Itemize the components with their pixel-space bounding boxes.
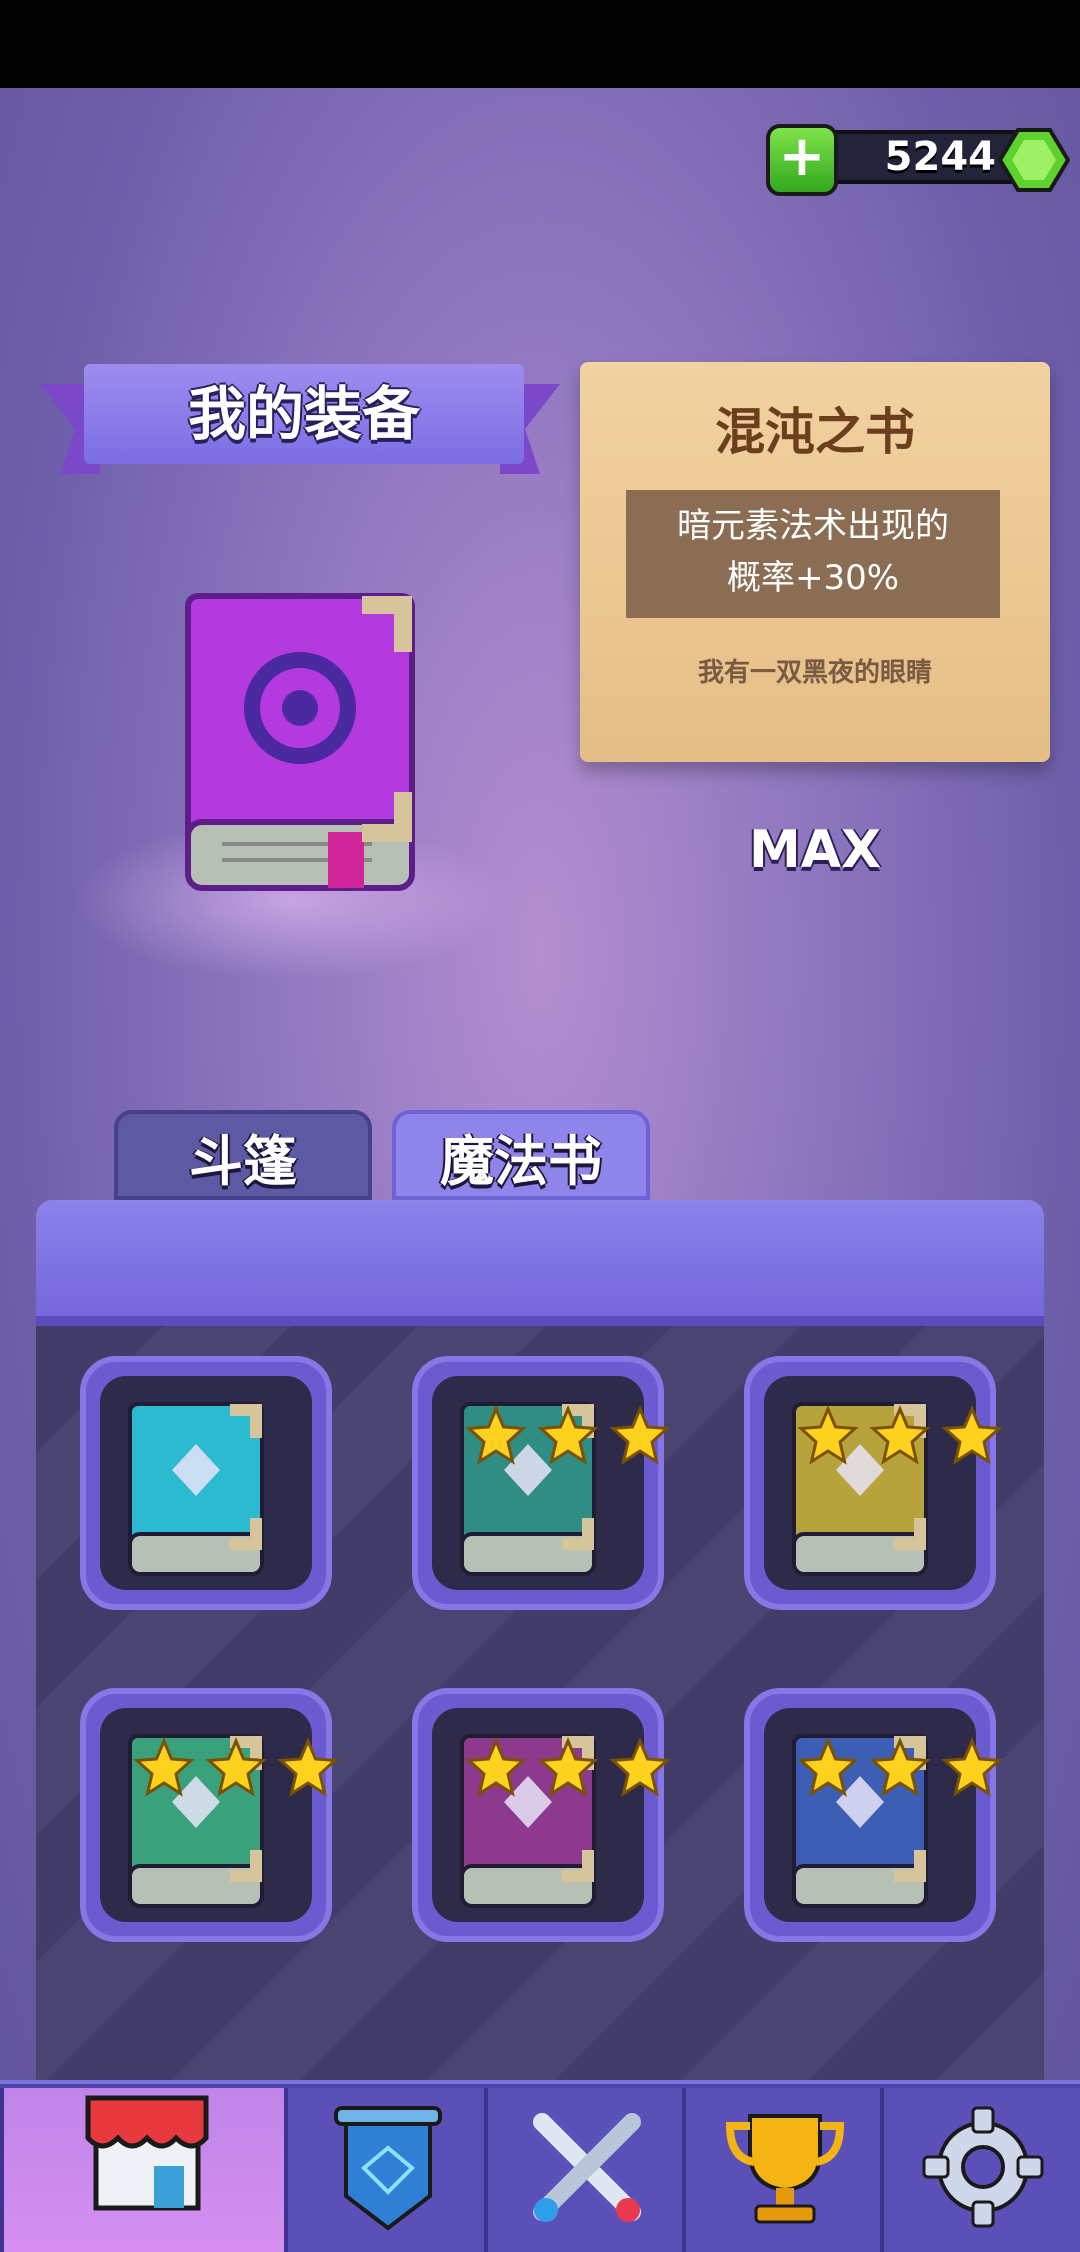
star-icon xyxy=(797,1737,859,1797)
star-rating xyxy=(797,1405,1003,1465)
star-icon xyxy=(797,1405,859,1465)
crossed-swords-icon xyxy=(533,2113,641,2222)
book-slot[interactable] xyxy=(412,1356,671,1610)
bottom-nav xyxy=(0,2080,1080,2252)
star-rating xyxy=(797,1737,1003,1797)
add-gems-button[interactable]: + xyxy=(766,124,838,196)
book-slot[interactable] xyxy=(80,1688,339,1942)
star-rating xyxy=(465,1737,671,1797)
book-slot[interactable] xyxy=(744,1688,1003,1942)
chaos-book-icon xyxy=(185,593,415,891)
book-slot[interactable] xyxy=(412,1688,671,1942)
item-effect-line1: 暗元素法术出现的 xyxy=(677,506,949,546)
star-rating xyxy=(465,1405,671,1465)
item-effect: 暗元素法术出现的 概率+30% xyxy=(626,490,1000,618)
star-icon xyxy=(609,1737,671,1797)
nav-deck[interactable] xyxy=(284,2088,484,2252)
star-icon xyxy=(609,1405,671,1465)
gem-amount: 5244 xyxy=(884,134,996,180)
page-title: 我的装备 xyxy=(84,364,524,464)
item-name: 混沌之书 xyxy=(715,403,915,461)
banner-icon xyxy=(334,2106,442,2231)
tab-spellbook[interactable]: 魔法书 xyxy=(392,1110,650,1200)
item-effect-line2: 概率+30% xyxy=(726,558,900,598)
star-rating xyxy=(133,1737,339,1797)
star-icon xyxy=(537,1405,599,1465)
nav-shop[interactable] xyxy=(0,2088,284,2252)
star-icon xyxy=(205,1737,267,1797)
nav-settings[interactable] xyxy=(880,2088,1080,2252)
star-icon xyxy=(277,1737,339,1797)
star-icon xyxy=(465,1405,527,1465)
gem-counter: 5244 + xyxy=(766,124,1070,196)
star-icon xyxy=(869,1737,931,1797)
gem-icon xyxy=(998,128,1070,192)
star-icon xyxy=(537,1737,599,1797)
item-info-card: 混沌之书 暗元素法术出现的 概率+30% 我有一双黑夜的眼睛 xyxy=(580,362,1050,762)
title-ribbon: 我的装备 xyxy=(40,364,560,484)
nav-trophy[interactable] xyxy=(682,2088,880,2252)
panel-header xyxy=(36,1200,1044,1326)
nav-battle[interactable] xyxy=(484,2088,682,2252)
book-slot[interactable] xyxy=(744,1356,1003,1610)
tab-cloak[interactable]: 斗篷 xyxy=(114,1110,372,1200)
star-icon xyxy=(869,1405,931,1465)
shop-icon xyxy=(85,2095,209,2211)
star-icon xyxy=(465,1737,527,1797)
item-flavor-text: 我有一双黑夜的眼睛 xyxy=(697,658,932,688)
star-icon xyxy=(941,1405,1003,1465)
star-icon xyxy=(133,1737,195,1797)
gear-icon xyxy=(922,2106,1044,2228)
level-label: MAX xyxy=(748,820,882,880)
star-icon xyxy=(941,1737,1003,1797)
book-slot[interactable] xyxy=(80,1356,332,1610)
status-bar xyxy=(0,0,1080,88)
diamond-book-icon xyxy=(128,1402,264,1576)
trophy-icon xyxy=(725,2114,845,2224)
